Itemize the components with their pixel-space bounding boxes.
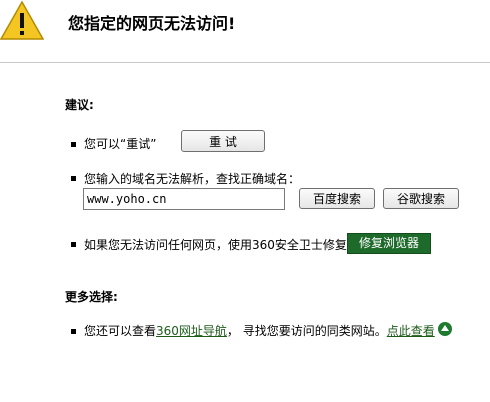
more-text-before: 您还可以查看: [84, 324, 157, 338]
bullet: [71, 176, 76, 181]
google-search-button[interactable]: 谷歌搜索: [383, 188, 459, 209]
retry-text: 您可以“重试”: [84, 137, 157, 151]
bullet: [71, 329, 76, 334]
view-link[interactable]: 点此查看: [387, 324, 435, 338]
bullet: [71, 142, 76, 147]
more-options-heading: 更多选择:: [65, 290, 118, 304]
more-text: 您还可以查看360网址导航， 寻找您要访问的同类网站。点此查看: [84, 322, 435, 339]
baidu-search-button[interactable]: 百度搜索: [299, 188, 375, 209]
bullet: [71, 242, 76, 247]
repair-browser-button[interactable]: 修复浏览器: [347, 233, 431, 254]
arrow-up-circle-icon[interactable]: [438, 322, 452, 336]
suggestions-heading: 建议:: [65, 98, 94, 112]
domain-hint-text: 您输入的域名无法解析，查找正确域名：: [84, 172, 301, 186]
domain-input[interactable]: [83, 188, 285, 210]
page-title: 您指定的网页无法访问!: [68, 14, 236, 33]
nav-link[interactable]: 360网址导航: [156, 324, 227, 338]
divider: [0, 62, 490, 63]
repair-text: 如果您无法访问任何网页，使用360安全卫士修复: [84, 238, 347, 252]
warning-icon: [0, 0, 44, 40]
retry-button[interactable]: 重 试: [181, 130, 265, 152]
more-text-middle: ， 寻找您要访问的同类网站。: [226, 324, 387, 338]
